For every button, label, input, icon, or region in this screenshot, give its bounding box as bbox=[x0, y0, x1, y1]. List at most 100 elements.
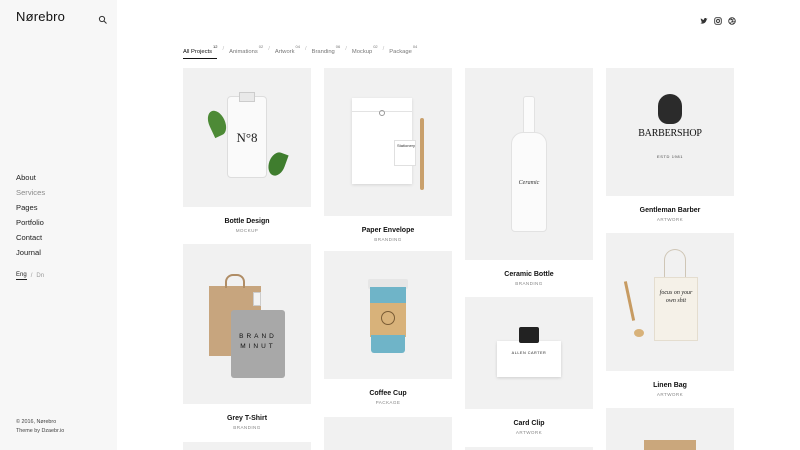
project-title: Linen Bag bbox=[653, 382, 687, 389]
project-category: MOCKUP bbox=[235, 228, 259, 233]
barber-face-image bbox=[658, 94, 682, 124]
dribbble-icon[interactable] bbox=[728, 12, 736, 25]
twitter-icon[interactable] bbox=[700, 12, 708, 24]
stationery-card-text: Stationery bbox=[394, 140, 416, 166]
project-thumbnail: N°8 bbox=[183, 68, 311, 207]
project-card-partial[interactable] bbox=[324, 417, 452, 450]
project-card-coffee-cup[interactable]: Coffee Cup PACKAGE bbox=[324, 251, 452, 405]
cup-logo-image bbox=[381, 311, 395, 325]
filter-count: 02 bbox=[373, 44, 378, 49]
project-thumbnail: ALLEN CARTER bbox=[465, 297, 593, 409]
filter-artwork[interactable]: Artwork04 bbox=[274, 44, 300, 58]
project-thumbnail bbox=[183, 442, 311, 450]
filter-separator: / bbox=[304, 46, 307, 52]
bottle-neck-image bbox=[523, 96, 535, 136]
filter-animations[interactable]: Animations02 bbox=[229, 44, 264, 58]
credit-text: Theme by Dzaebr.io bbox=[16, 428, 65, 434]
project-category: BRANDING bbox=[374, 237, 402, 242]
filter-label: Animations bbox=[229, 48, 258, 55]
filter-count: 02 bbox=[258, 44, 264, 49]
main-nav: About Services Pages Portfolio Contact J… bbox=[16, 170, 45, 260]
bottle-label-text: Ceramic bbox=[518, 180, 540, 186]
barbershop-wordmark: BARBERSHOP bbox=[638, 128, 702, 139]
binder-clip-image bbox=[519, 327, 539, 343]
tote-handle-image bbox=[664, 249, 686, 279]
tote-print-text: focus on your own shit bbox=[659, 290, 693, 304]
filter-count: 12 bbox=[213, 44, 218, 49]
filter-package[interactable]: Package04 bbox=[389, 44, 418, 58]
bag-handle-image bbox=[225, 274, 245, 288]
project-category: PACKAGE bbox=[375, 400, 401, 405]
project-card-linen-bag[interactable]: focus on your own shit Linen Bag ARTWORK bbox=[606, 233, 734, 397]
project-card-ceramic-bottle[interactable]: Ceramic Ceramic Bottle BRANDING bbox=[465, 68, 593, 286]
instagram-icon[interactable] bbox=[714, 12, 722, 25]
filter-label: Package bbox=[389, 48, 412, 55]
filter-all-projects[interactable]: All Projects12 bbox=[183, 44, 218, 59]
project-card-paper-envelope[interactable]: Stationery Paper Envelope BRANDING bbox=[324, 68, 452, 242]
filter-separator: / bbox=[345, 46, 347, 52]
leaf-image bbox=[265, 149, 289, 179]
filter-count: 04 bbox=[295, 44, 300, 49]
envelope-button-image bbox=[379, 110, 385, 116]
project-category: BRANDING bbox=[233, 425, 261, 430]
lang-dn[interactable]: Dn bbox=[36, 273, 44, 279]
business-card-image bbox=[497, 341, 561, 377]
portfolio-filters: All Projects12 / Animations02 / Artwork0… bbox=[183, 44, 418, 59]
filter-branding[interactable]: Branding06 bbox=[312, 44, 341, 58]
project-thumbnail: focus on your own shit bbox=[606, 233, 734, 371]
project-thumbnail bbox=[606, 408, 734, 450]
project-thumbnail bbox=[324, 417, 452, 450]
site-logo[interactable]: Nørebro bbox=[16, 9, 65, 24]
nav-item-portfolio[interactable]: Portfolio bbox=[16, 215, 45, 230]
project-category: ARTWORK bbox=[515, 430, 543, 435]
sidebar: Nørebro About Services Pages Portfolio C… bbox=[0, 0, 117, 450]
filter-label: Artwork bbox=[274, 48, 295, 55]
social-links bbox=[700, 12, 736, 25]
filter-mockup[interactable]: Mockup02 bbox=[351, 44, 378, 58]
project-card-gentleman-barber[interactable]: BARBERSHOP ESTD 1981 Gentleman Barber AR… bbox=[606, 68, 734, 222]
paper-bag-image bbox=[644, 440, 696, 450]
bottle-label-text: N°8 bbox=[236, 130, 258, 145]
language-switcher: Eng / Dn bbox=[16, 272, 44, 280]
lang-separator: / bbox=[30, 273, 33, 279]
lang-eng[interactable]: Eng bbox=[16, 272, 27, 280]
nav-item-contact[interactable]: Contact bbox=[16, 230, 45, 245]
business-card-text: ALLEN CARTER bbox=[511, 351, 547, 355]
filter-count: 06 bbox=[335, 44, 341, 49]
project-title: Gentleman Barber bbox=[639, 207, 701, 214]
filter-separator: / bbox=[382, 46, 385, 52]
project-title: Coffee Cup bbox=[369, 390, 407, 397]
nav-item-services[interactable]: Services bbox=[16, 185, 45, 200]
project-category: ARTWORK bbox=[656, 217, 684, 222]
tag-image bbox=[253, 292, 261, 306]
filter-label: Mockup bbox=[351, 48, 373, 55]
tote-bag-image bbox=[654, 277, 698, 341]
project-thumbnail: BRAND MINUT bbox=[183, 244, 311, 404]
nav-item-pages[interactable]: Pages bbox=[16, 200, 45, 215]
project-thumbnail: BARBERSHOP ESTD 1981 bbox=[606, 68, 734, 196]
project-card-bottle-design[interactable]: N°8 Bottle Design MOCKUP bbox=[183, 68, 311, 233]
tshirt-print-text: BRAND MINUT bbox=[239, 333, 277, 350]
nav-item-about[interactable]: About bbox=[16, 170, 45, 185]
barbershop-estd-text: ESTD 1981 bbox=[656, 154, 684, 159]
filter-separator: / bbox=[268, 46, 270, 52]
project-thumbnail: Stationery bbox=[324, 68, 452, 216]
pencil-image bbox=[420, 118, 424, 190]
pencil-image bbox=[623, 281, 636, 321]
project-title: Card Clip bbox=[513, 420, 545, 427]
project-card-partial[interactable] bbox=[183, 442, 311, 450]
cup-bottom-image bbox=[371, 335, 405, 353]
project-category: ARTWORK bbox=[656, 392, 684, 397]
filter-separator: / bbox=[222, 46, 225, 52]
nav-item-journal[interactable]: Journal bbox=[16, 245, 45, 260]
project-title: Grey T-Shirt bbox=[226, 415, 268, 422]
project-card-partial[interactable] bbox=[606, 408, 734, 450]
project-thumbnail: Ceramic bbox=[465, 68, 593, 260]
sidebar-footer: © 2016, Nørebro Theme by Dzaebr.io bbox=[16, 418, 64, 436]
search-icon[interactable] bbox=[98, 12, 108, 24]
project-title: Paper Envelope bbox=[361, 227, 415, 234]
bottle-cap-image bbox=[239, 92, 255, 102]
project-card-card-clip[interactable]: ALLEN CARTER Card Clip ARTWORK bbox=[465, 297, 593, 435]
project-card-grey-t-shirt[interactable]: BRAND MINUT Grey T-Shirt BRANDING bbox=[183, 244, 311, 430]
filter-count: 04 bbox=[412, 44, 418, 49]
